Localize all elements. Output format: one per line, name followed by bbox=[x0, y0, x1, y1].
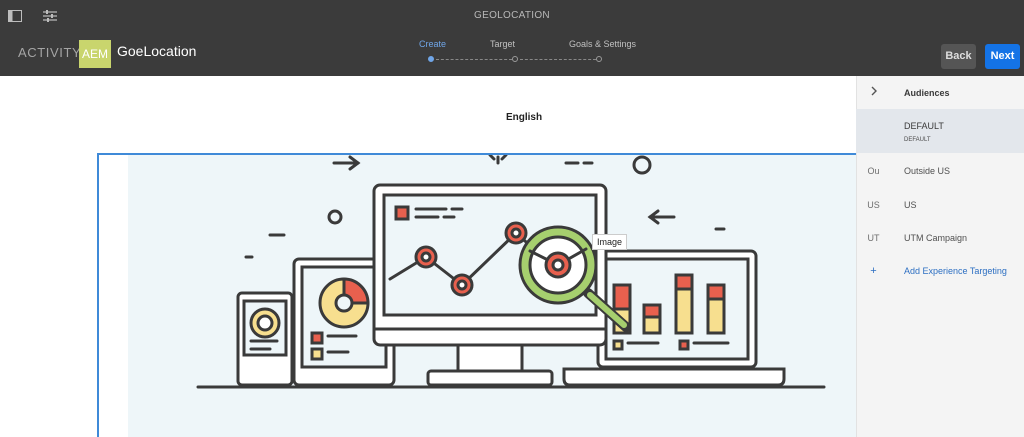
editor-canvas: English Image bbox=[0, 76, 856, 437]
audience-sublabel-default: DEFAULT bbox=[904, 137, 931, 143]
step-connector bbox=[520, 59, 596, 60]
top-bar: GEOLOCATION bbox=[0, 0, 1024, 32]
audience-label-utm-campaign[interactable]: UTM Campaign bbox=[904, 233, 967, 243]
step-create-dot[interactable] bbox=[428, 56, 434, 62]
image-tooltip: Image bbox=[592, 234, 628, 250]
rail-abbrev-outside-us[interactable]: Ou bbox=[856, 166, 891, 176]
add-experience-targeting-link[interactable]: Add Experience Targeting bbox=[904, 266, 1007, 276]
step-connector bbox=[436, 59, 512, 60]
image-component[interactable]: Image bbox=[97, 153, 856, 437]
step-goals-dot[interactable] bbox=[596, 56, 602, 62]
aem-badge: AEM bbox=[79, 40, 111, 68]
analytics-illustration bbox=[128, 155, 856, 437]
step-goals-label[interactable]: Goals & Settings bbox=[569, 39, 636, 49]
audience-label-outside-us[interactable]: Outside US bbox=[904, 166, 950, 176]
audiences-title: Audiences bbox=[904, 88, 950, 98]
activity-header: ACTIVITY AEM GoeLocation Create Target G… bbox=[0, 32, 1024, 76]
step-target-dot[interactable] bbox=[512, 56, 518, 62]
window-title: GEOLOCATION bbox=[474, 10, 550, 21]
step-target-label[interactable]: Target bbox=[490, 39, 515, 49]
step-create-label[interactable]: Create bbox=[419, 39, 446, 49]
audience-label-us[interactable]: US bbox=[904, 200, 917, 210]
rail-abbrev-us[interactable]: US bbox=[856, 200, 891, 210]
add-targeting-plus-icon[interactable]: + bbox=[856, 265, 891, 277]
next-button[interactable]: Next bbox=[985, 44, 1020, 69]
back-button[interactable]: Back bbox=[941, 44, 976, 69]
audience-label-default: DEFAULT bbox=[904, 121, 944, 131]
rail-abbrev-utm[interactable]: UT bbox=[856, 233, 891, 243]
audience-row-default[interactable] bbox=[856, 109, 1024, 153]
step-indicator: Create Target Goals & Settings bbox=[410, 38, 640, 68]
activity-label: ACTIVITY bbox=[18, 45, 82, 60]
activity-name: GoeLocation bbox=[117, 43, 197, 59]
chevron-right-icon[interactable] bbox=[856, 86, 891, 98]
